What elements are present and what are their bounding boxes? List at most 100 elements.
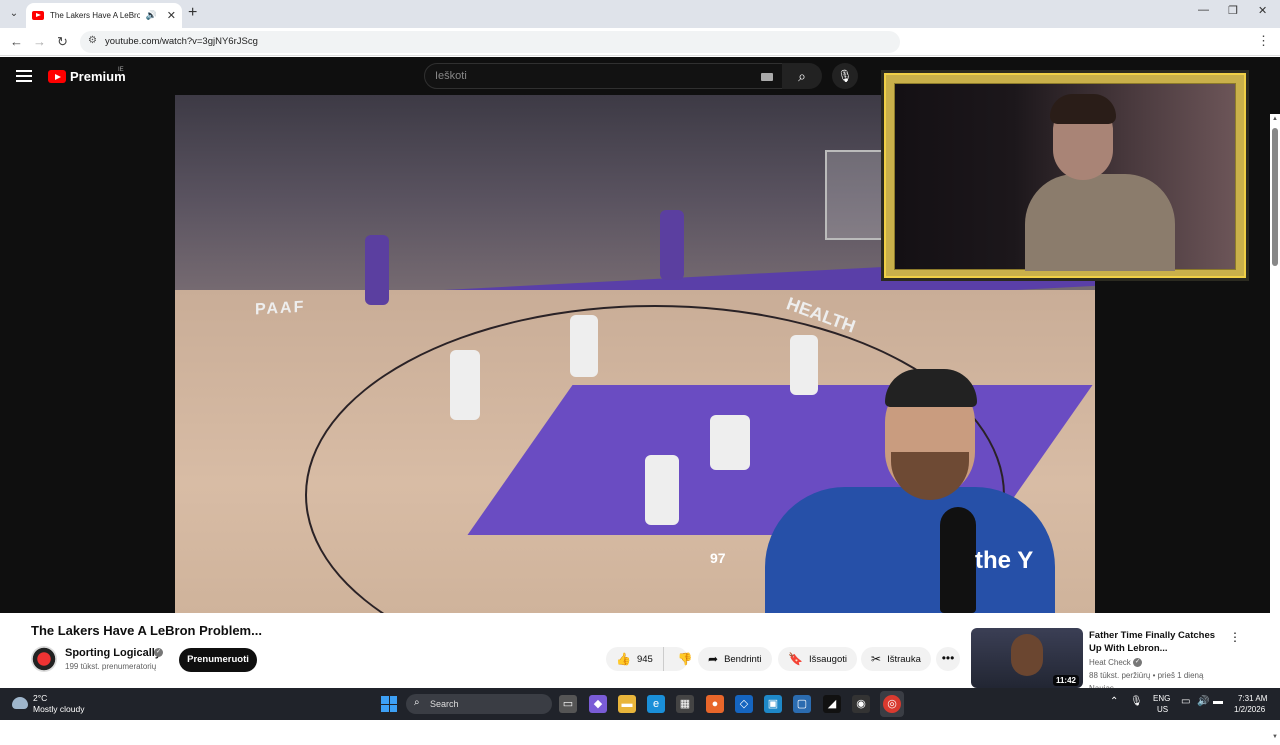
share-arrow-icon: ➦ — [708, 652, 719, 666]
obs-icon[interactable]: ◉ — [852, 695, 870, 713]
back-arrow-icon[interactable]: ← — [10, 34, 23, 49]
bookmark-icon: 🔖 — [788, 652, 803, 666]
window-close-icon[interactable]: ✕ — [1258, 4, 1267, 17]
input-region[interactable]: US — [1157, 705, 1168, 714]
save-label: Išsaugoti — [808, 653, 847, 665]
youtube-favicon-icon — [32, 11, 44, 20]
tray-chevron-icon[interactable]: ⌃ — [1110, 696, 1118, 707]
country-code: IE — [118, 67, 124, 73]
firefox-icon[interactable]: ● — [706, 695, 724, 713]
url-text[interactable]: youtube.com/watch?v=3gjNY6rJScg — [105, 36, 258, 47]
battery-icon[interactable]: ▬ — [1213, 696, 1223, 707]
tab-close-icon[interactable]: ✕ — [167, 9, 176, 22]
presenter-shirt-logo: the Y — [975, 547, 1034, 574]
weather-condition[interactable]: Mostly cloudy — [33, 704, 85, 714]
recommended-meta: 88 tūkst. peržiūrų • prieš 1 dieną — [1089, 671, 1204, 680]
clip-label: Ištrauka — [887, 653, 921, 665]
scroll-thumb[interactable] — [1272, 128, 1278, 266]
search-button[interactable]: ⌕ — [782, 63, 822, 89]
window-restore-icon[interactable]: ❐ — [1228, 4, 1238, 17]
webcam-overlay — [884, 73, 1246, 278]
forward-arrow-icon[interactable]: → — [33, 34, 46, 49]
video-info-section: The Lakers Have A LeBron Problem... Spor… — [0, 613, 1270, 693]
dislike-button[interactable]: 👎 — [670, 652, 701, 666]
youtube-logo[interactable]: Premium — [48, 69, 126, 84]
chrome-icon[interactable]: ◎ — [883, 695, 901, 713]
video-player-figure — [645, 455, 679, 525]
search-placeholder: Ieškoti — [435, 70, 467, 82]
tab-title: The Lakers Have A LeBron Problem... — [50, 11, 140, 20]
subscribe-button[interactable]: Prenumeruoti — [179, 648, 257, 672]
recommended-menu-icon[interactable]: ⋮ — [1229, 630, 1241, 644]
taskbar-search-box[interactable]: ⌕ Search — [406, 694, 552, 714]
scissors-icon: ✂ — [871, 652, 882, 666]
save-button[interactable]: 🔖 Išsaugoti — [778, 647, 857, 671]
recommended-title[interactable]: Father Time Finally Catches Up With Lebr… — [1089, 629, 1229, 655]
microphone-icon: 🎙 — [837, 69, 853, 83]
recommended-thumbnail[interactable]: 11:42 — [971, 628, 1083, 688]
file-explorer-icon[interactable]: ▬ — [618, 695, 636, 713]
task-view-icon[interactable]: ▭ — [559, 695, 577, 713]
recommended-video[interactable]: 11:42 Father Time Finally Catches Up Wit… — [971, 628, 1261, 693]
channel-name[interactable]: Sporting Logically — [65, 647, 161, 659]
voice-search-button[interactable]: 🎙 — [832, 63, 858, 89]
clock-time[interactable]: 7:31 AM — [1238, 694, 1267, 703]
window-minimize-icon[interactable]: — — [1198, 4, 1209, 16]
edge-browser-icon[interactable]: e — [647, 695, 665, 713]
share-button[interactable]: ➦ Bendrinti — [698, 647, 772, 671]
scroll-up-arrow-icon[interactable]: ▲ — [1272, 116, 1278, 122]
youtube-page: Premium IE Ieškoti ⌕ 🎙 PAAF HEALTH 97 th… — [0, 57, 1280, 745]
tab-search-chevron-icon[interactable]: ⌄ — [6, 6, 22, 22]
recommended-duration: 11:42 — [1052, 675, 1079, 686]
video-referee-number: 97 — [710, 550, 726, 566]
volume-icon[interactable]: 🔊 — [1197, 696, 1209, 707]
taskbar-search-label: Search — [430, 699, 459, 709]
more-actions-icon[interactable]: ••• — [936, 647, 960, 671]
video-player-figure — [570, 315, 598, 377]
app-icon-frame[interactable]: ▢ — [793, 695, 811, 713]
webcam-feed — [894, 83, 1236, 271]
windows-start-icon[interactable] — [381, 696, 397, 712]
recommended-thumbnail-face — [1011, 634, 1043, 676]
share-label: Bendrinti — [724, 653, 762, 665]
app-icon-blue[interactable]: ▣ — [764, 695, 782, 713]
new-tab-plus-icon[interactable]: + — [188, 4, 197, 22]
browser-address-bar: ← → ↻ ⚙ youtube.com/watch?v=3gjNY6rJScg … — [0, 28, 1280, 56]
recommended-channel[interactable]: Heat Check — [1089, 658, 1131, 667]
subscriber-count: 199 tūkst. prenumeratorių — [65, 662, 157, 671]
video-player-figure — [660, 210, 684, 280]
search-input[interactable]: Ieškoti — [424, 63, 784, 89]
browser-tab-bar: ⌄ The Lakers Have A LeBron Problem... 🔊 … — [0, 0, 1280, 28]
app-icon-dark[interactable]: ◢ — [823, 695, 841, 713]
copilot-icon[interactable]: ◆ — [589, 695, 607, 713]
dropbox-icon[interactable]: ◇ — [735, 695, 753, 713]
browser-menu-icon[interactable]: ⋮ — [1257, 33, 1270, 49]
tab-audio-icon[interactable]: 🔊 — [146, 10, 157, 21]
presenter-microphone — [940, 507, 976, 613]
clock-date[interactable]: 1/2/2026 — [1234, 705, 1265, 714]
site-info-icon[interactable]: ⚙ — [88, 35, 97, 46]
network-icon[interactable]: ▭ — [1181, 696, 1190, 707]
weather-cloud-icon[interactable] — [12, 697, 28, 709]
clip-button[interactable]: ✂ Ištrauka — [861, 647, 931, 671]
tray-microphone-icon[interactable]: 🎙 — [1130, 696, 1143, 707]
page-scrollbar[interactable]: ▲ ▼ — [1270, 114, 1280, 745]
url-field[interactable]: ⚙ youtube.com/watch?v=3gjNY6rJScg — [80, 31, 900, 53]
webcam-person-hair — [1050, 94, 1116, 124]
browser-tab-active[interactable]: The Lakers Have A LeBron Problem... 🔊 ✕ — [26, 3, 182, 28]
reload-icon[interactable]: ↻ — [57, 34, 68, 50]
like-button[interactable]: 👍 945 — [606, 647, 664, 671]
presenter-cap — [885, 369, 977, 407]
taskbar-search-icon: ⌕ — [414, 697, 420, 708]
hamburger-menu-icon[interactable] — [16, 70, 32, 82]
scroll-down-arrow-icon[interactable]: ▼ — [1272, 734, 1278, 740]
keyboard-icon[interactable] — [761, 73, 773, 81]
windows-taskbar: 2°C Mostly cloudy ⌕ Search ▭ ◆ ▬ e ▦ ● ◇… — [0, 688, 1280, 720]
channel-avatar[interactable] — [31, 646, 57, 672]
input-language[interactable]: ENG — [1153, 694, 1170, 703]
weather-temperature[interactable]: 2°C — [33, 693, 47, 703]
thumbs-down-icon: 👎 — [677, 652, 693, 666]
store-icon[interactable]: ▦ — [676, 695, 694, 713]
search-icon: ⌕ — [798, 68, 806, 84]
like-count: 945 — [636, 653, 653, 665]
